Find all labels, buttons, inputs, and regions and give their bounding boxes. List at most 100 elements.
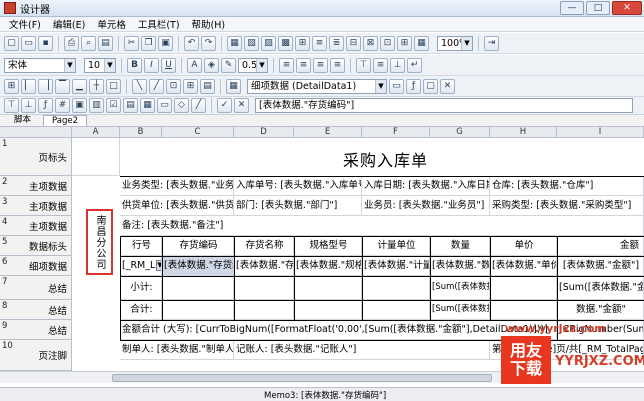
grid-cell[interactable] bbox=[162, 300, 234, 320]
cancel-formula-icon[interactable]: ✕ bbox=[234, 98, 249, 113]
grid-cell[interactable] bbox=[490, 276, 557, 300]
row-header[interactable]: 5 数据标头 bbox=[0, 236, 72, 256]
valign-top-icon[interactable]: ⊤ bbox=[356, 57, 371, 73]
insert-func-icon[interactable]: ƒ bbox=[38, 98, 53, 113]
grid-cell[interactable]: 规格型号 bbox=[294, 236, 362, 256]
group-icon[interactable]: ▦ bbox=[227, 35, 242, 51]
grid-cell[interactable]: 数据."金额" bbox=[557, 300, 644, 320]
split-cells-icon[interactable]: ⊞ bbox=[183, 78, 198, 94]
selected-cell[interactable]: [表体数据."存货编码"] bbox=[162, 256, 234, 276]
border-all-icon[interactable]: ⊞ bbox=[4, 78, 19, 94]
column-header[interactable]: B bbox=[120, 127, 162, 138]
zoom-select[interactable]: 100% ▼ bbox=[437, 35, 473, 51]
new-icon[interactable]: ▢ bbox=[4, 35, 19, 51]
close-button[interactable]: ✕ bbox=[612, 1, 642, 15]
grid-cell[interactable] bbox=[294, 300, 362, 320]
tab-script[interactable]: 脚本 bbox=[6, 115, 39, 126]
row-header[interactable]: 3 主项数据 bbox=[0, 196, 72, 216]
print-icon[interactable]: ⎙ bbox=[64, 35, 79, 51]
grid-icon[interactable]: ▦ bbox=[414, 35, 429, 51]
diag-down-icon[interactable]: ╲ bbox=[132, 78, 147, 94]
maximize-button[interactable]: □ bbox=[586, 1, 610, 15]
insert-memo-icon[interactable]: ▭ bbox=[157, 98, 172, 113]
cut-icon[interactable]: ✂ bbox=[124, 35, 139, 51]
grid-cell[interactable]: [表体数据."金额"] bbox=[557, 256, 644, 276]
paste-icon[interactable]: ▣ bbox=[158, 35, 173, 51]
accept-formula-icon[interactable]: ✓ bbox=[217, 98, 232, 113]
column-header[interactable]: G bbox=[430, 127, 490, 138]
grid-cell[interactable]: [表体数据."计量单位"] bbox=[362, 256, 430, 276]
row-header[interactable]: 1 页标头 bbox=[0, 138, 72, 176]
bold-icon[interactable]: B bbox=[127, 57, 142, 73]
column-header[interactable]: A bbox=[72, 127, 120, 138]
grid-cell[interactable]: 部门: [表头数据."部门"] bbox=[234, 196, 362, 216]
align-left-icon[interactable]: ≡ bbox=[279, 57, 294, 73]
menu-help[interactable]: 帮助(H) bbox=[186, 17, 232, 31]
insert-image-icon[interactable]: ▣ bbox=[72, 98, 87, 113]
insert-chart-icon[interactable]: ▤ bbox=[123, 98, 138, 113]
formula-input[interactable]: [表体数据."存货编码"] bbox=[255, 98, 633, 113]
grid-cell[interactable] bbox=[162, 276, 234, 300]
grid-cell[interactable]: 供货单位: [表头数据."供货单位"] bbox=[120, 196, 234, 216]
column-header[interactable]: E bbox=[294, 127, 362, 138]
split-icon[interactable]: ⊞ bbox=[397, 35, 412, 51]
company-stamp[interactable]: 南昌分公司 bbox=[86, 209, 113, 275]
data-field-icon[interactable]: ▭ bbox=[389, 78, 404, 94]
row-header[interactable]: 4 主项数据 bbox=[0, 216, 72, 236]
save-icon[interactable]: ▪ bbox=[38, 35, 53, 51]
tab-page2[interactable]: Page2 bbox=[43, 115, 88, 126]
border-inner-icon[interactable]: ┼ bbox=[89, 78, 104, 94]
row-header[interactable]: 9 总结 bbox=[0, 320, 72, 340]
grid-cell[interactable]: 备注: [表头数据."备注"] bbox=[120, 216, 644, 236]
delete-col-icon[interactable]: ⊠ bbox=[363, 35, 378, 51]
grid-cell[interactable]: 金额合计 (大写): [CurrToBigNum([FormatFloat('0… bbox=[120, 320, 557, 340]
align-right-icon[interactable]: ≡ bbox=[313, 57, 328, 73]
grid-cell[interactable]: 小计: bbox=[120, 276, 162, 300]
grid-cell[interactable]: 金额 bbox=[557, 236, 644, 256]
row-header[interactable]: 8 总结 bbox=[0, 300, 72, 320]
font-color-icon[interactable]: A bbox=[187, 57, 202, 73]
grid-cell[interactable] bbox=[234, 300, 294, 320]
grid-cell[interactable]: 采购类型: [表头数据."采购类型"] bbox=[490, 196, 644, 216]
insert-table-icon[interactable]: ⊞ bbox=[295, 35, 310, 51]
expression-icon[interactable]: ƒ bbox=[406, 78, 421, 94]
row-header[interactable]: 6 细项数据 bbox=[0, 256, 72, 276]
merge-cells-icon[interactable]: ⊡ bbox=[166, 78, 181, 94]
cell-props-icon[interactable]: ▤ bbox=[200, 78, 215, 94]
insert-shape-icon[interactable]: ◇ bbox=[174, 98, 189, 113]
insert-line-icon[interactable]: ╱ bbox=[191, 98, 206, 113]
redo-icon[interactable]: ↷ bbox=[201, 35, 216, 51]
grid-cell[interactable]: 单价 bbox=[490, 236, 557, 256]
insert-sub-icon[interactable]: ▦ bbox=[140, 98, 155, 113]
border-none-icon[interactable]: □ bbox=[106, 78, 121, 94]
grid-cell[interactable]: [Sum([表体数据."金额"] bbox=[557, 276, 644, 300]
preview-icon[interactable]: ⌕ bbox=[81, 35, 96, 51]
dataset-select[interactable]: 细项数据 (DetailData1) ▼ bbox=[247, 78, 387, 94]
border-bottom-icon[interactable]: ▁ bbox=[72, 78, 87, 94]
grid-cell[interactable]: [Sum([表体数据."数量"] bbox=[430, 300, 490, 320]
menu-edit[interactable]: 编辑(E) bbox=[47, 17, 91, 31]
menu-cell[interactable]: 单元格 bbox=[91, 17, 132, 31]
send-back-icon[interactable]: ▩ bbox=[278, 35, 293, 51]
align-center-icon[interactable]: ≡ bbox=[296, 57, 311, 73]
insert-field-icon[interactable]: ⊤ bbox=[4, 98, 19, 113]
column-header[interactable]: C bbox=[162, 127, 234, 138]
insert-var-icon[interactable]: ⊥ bbox=[21, 98, 36, 113]
grid-cell[interactable] bbox=[362, 276, 430, 300]
undo-icon[interactable]: ↶ bbox=[184, 35, 199, 51]
open-icon[interactable]: ▭ bbox=[21, 35, 36, 51]
merge-icon[interactable]: ⊡ bbox=[380, 35, 395, 51]
menu-file[interactable]: 文件(F) bbox=[3, 17, 47, 31]
grid-cell[interactable]: 业务类型: [表头数据."业务类型"] bbox=[120, 176, 234, 196]
grid-cell[interactable]: [_RM_L▼ bbox=[120, 256, 162, 276]
grid-cell[interactable]: 存货编码 bbox=[162, 236, 234, 256]
grid-cell[interactable] bbox=[234, 276, 294, 300]
delete-icon[interactable]: ✕ bbox=[440, 78, 455, 94]
row-header[interactable]: 7 总结 bbox=[0, 276, 72, 300]
grid-cell[interactable]: 仓库: [表头数据."仓库"] bbox=[490, 176, 644, 196]
grid-cell[interactable] bbox=[362, 300, 430, 320]
copy-icon[interactable]: ❐ bbox=[141, 35, 156, 51]
line-color-icon[interactable]: ✎ bbox=[221, 57, 236, 73]
report-title[interactable]: 采购入库单 bbox=[343, 147, 428, 171]
column-header[interactable]: F bbox=[362, 127, 430, 138]
